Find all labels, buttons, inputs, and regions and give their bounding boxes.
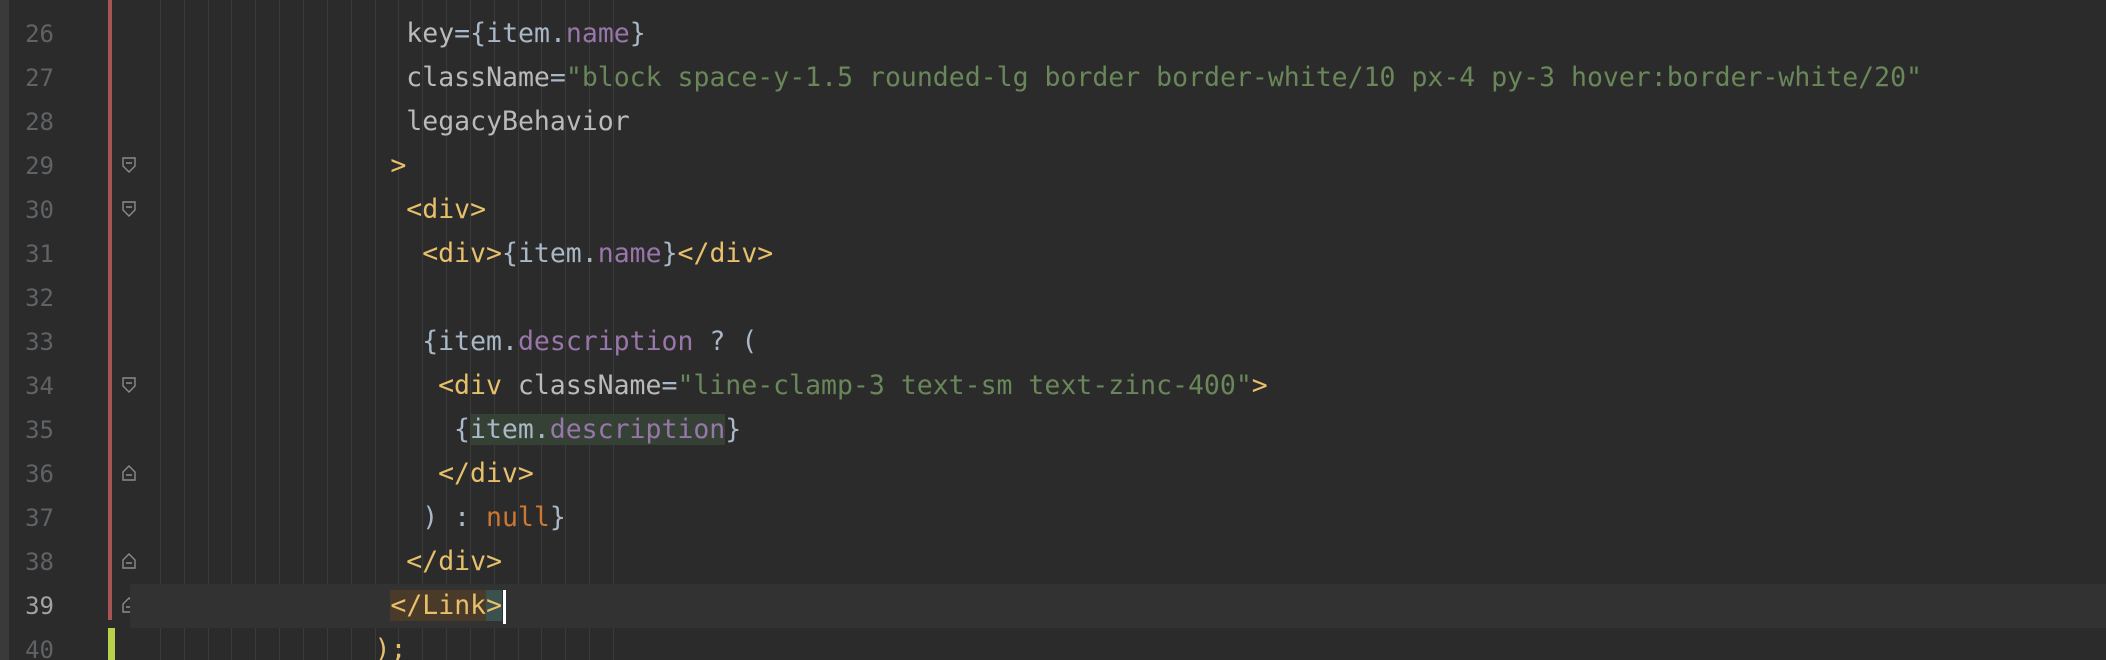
code-token-prop: description — [549, 414, 726, 445]
code-token-tag: <div — [438, 370, 518, 401]
code-token-ident: item — [486, 18, 550, 49]
code-token-tag: </div> — [406, 546, 503, 577]
gutter-row[interactable]: 28 — [0, 100, 130, 144]
gutter-row[interactable]: 38 — [0, 540, 136, 584]
code-line[interactable]: {item.description} — [130, 408, 2106, 452]
code-token-tag: > — [390, 150, 407, 181]
code-token-punct: ) : — [422, 502, 487, 533]
line-number: 32 — [25, 284, 54, 312]
code-line[interactable]: </div> — [130, 452, 2106, 496]
code-token-ident: item — [469, 414, 534, 445]
code-token-punct: } — [661, 238, 678, 269]
code-token-str: "block space-y-1.5 rounded-lg border bor… — [565, 62, 1922, 93]
code-token-tag: ); — [374, 634, 407, 660]
code-token-tag: </div> — [438, 458, 534, 489]
gutter-row[interactable]: 36 — [0, 452, 136, 496]
gutter-row[interactable]: 27 — [0, 56, 130, 100]
line-number: 40 — [25, 636, 54, 660]
line-number: 31 — [25, 240, 54, 268]
code-token-prop: name — [597, 238, 662, 269]
code-token-prop: name — [565, 18, 630, 49]
code-token-attr: legacyBehavior — [406, 106, 630, 137]
code-token-punct: { — [470, 18, 487, 49]
line-number: 37 — [25, 504, 54, 532]
code-token-kw: null — [486, 502, 550, 533]
code-token-attr: className — [517, 370, 662, 401]
code-line[interactable]: ) : null} — [130, 496, 2106, 540]
code-token-tag: > — [486, 590, 503, 621]
code-token-punct: { — [454, 414, 470, 445]
code-token-ident: item — [438, 326, 502, 357]
code-token-punct: = — [661, 370, 678, 401]
line-number: 30 — [25, 196, 54, 224]
line-number: 29 — [25, 152, 54, 180]
code-line[interactable]: {item.description ? ( — [130, 320, 2106, 364]
code-token-punct: . — [501, 326, 518, 357]
code-token-punct: { — [501, 238, 518, 269]
code-token-ident: item — [517, 238, 582, 269]
gutter-row[interactable]: 40 — [0, 628, 130, 660]
code-token-punct: = — [454, 18, 471, 49]
gutter-row[interactable]: 30 — [0, 188, 136, 232]
gutter-row[interactable]: 33 — [0, 320, 130, 364]
gutter-row[interactable]: 39 — [0, 584, 136, 628]
code-token-tag: <div> — [406, 194, 487, 225]
gutter-row[interactable]: 29 — [0, 144, 136, 188]
line-number: 34 — [25, 372, 54, 400]
code-token-punct: } — [549, 502, 566, 533]
code-token-prop: description — [517, 326, 694, 357]
code-token-attr: key — [406, 18, 455, 49]
code-line[interactable]: <div> — [130, 188, 2106, 232]
line-number: 28 — [25, 108, 54, 136]
added-line-marker[interactable] — [108, 628, 115, 660]
gutter-row[interactable]: 34 — [0, 364, 136, 408]
code-line[interactable]: <div>{item.name}</div> — [130, 232, 2106, 276]
gutter-row[interactable]: 32 — [0, 276, 130, 320]
code-area[interactable]: key={item.name} className="block space-y-… — [130, 0, 2106, 660]
code-line[interactable]: > — [130, 144, 2106, 188]
code-token-tag: </div> — [677, 238, 774, 269]
code-token-punct: } — [725, 414, 742, 445]
code-token-str: "line-clamp-3 text-sm text-zinc-400" — [677, 370, 1252, 401]
code-line[interactable]: </Link> — [130, 584, 2106, 628]
code-line[interactable] — [130, 276, 2106, 320]
gutter-row[interactable]: 26 — [0, 12, 130, 56]
line-number: 27 — [25, 64, 54, 92]
code-token-tag: <div> — [422, 238, 502, 269]
gutter-row[interactable]: 31 — [0, 232, 130, 276]
code-token-punct: . — [549, 18, 566, 49]
code-line[interactable]: ); — [130, 628, 2106, 660]
line-number: 33 — [25, 328, 54, 356]
code-token-attr: className — [406, 62, 550, 93]
line-number: 38 — [25, 548, 54, 576]
code-line[interactable]: legacyBehavior — [130, 100, 2106, 144]
code-line[interactable]: className="block space-y-1.5 rounded-lg … — [130, 56, 2106, 100]
code-line[interactable]: key={item.name} — [130, 12, 2106, 56]
text-caret — [503, 589, 507, 624]
code-token-tag: > — [1251, 370, 1268, 401]
code-token-punct: ? ( — [693, 326, 758, 357]
code-token-punct: . — [581, 238, 598, 269]
code-token-punct: { — [422, 326, 439, 357]
line-number: 35 — [25, 416, 54, 444]
code-token-punct: . — [533, 414, 550, 445]
editor-gutter: 26 27 28 29 30 31 32 33 34 35 36 37 38 39 40 — [0, 0, 136, 660]
code-token-punct: } — [629, 18, 646, 49]
line-number: 26 — [25, 20, 54, 48]
code-token-tag: </Link — [390, 590, 487, 621]
gutter-row[interactable]: 35 — [0, 408, 130, 452]
code-token-punct: = — [549, 62, 566, 93]
line-number: 39 — [25, 592, 54, 620]
gutter-row[interactable]: 37 — [0, 496, 130, 540]
line-number: 36 — [25, 460, 54, 488]
code-line[interactable]: </div> — [130, 540, 2106, 584]
code-line[interactable]: <div className="line-clamp-3 text-sm tex… — [130, 364, 2106, 408]
code-editor[interactable]: 26 27 28 29 30 31 32 33 34 35 36 37 38 39 40 key={item… — [0, 0, 2106, 660]
